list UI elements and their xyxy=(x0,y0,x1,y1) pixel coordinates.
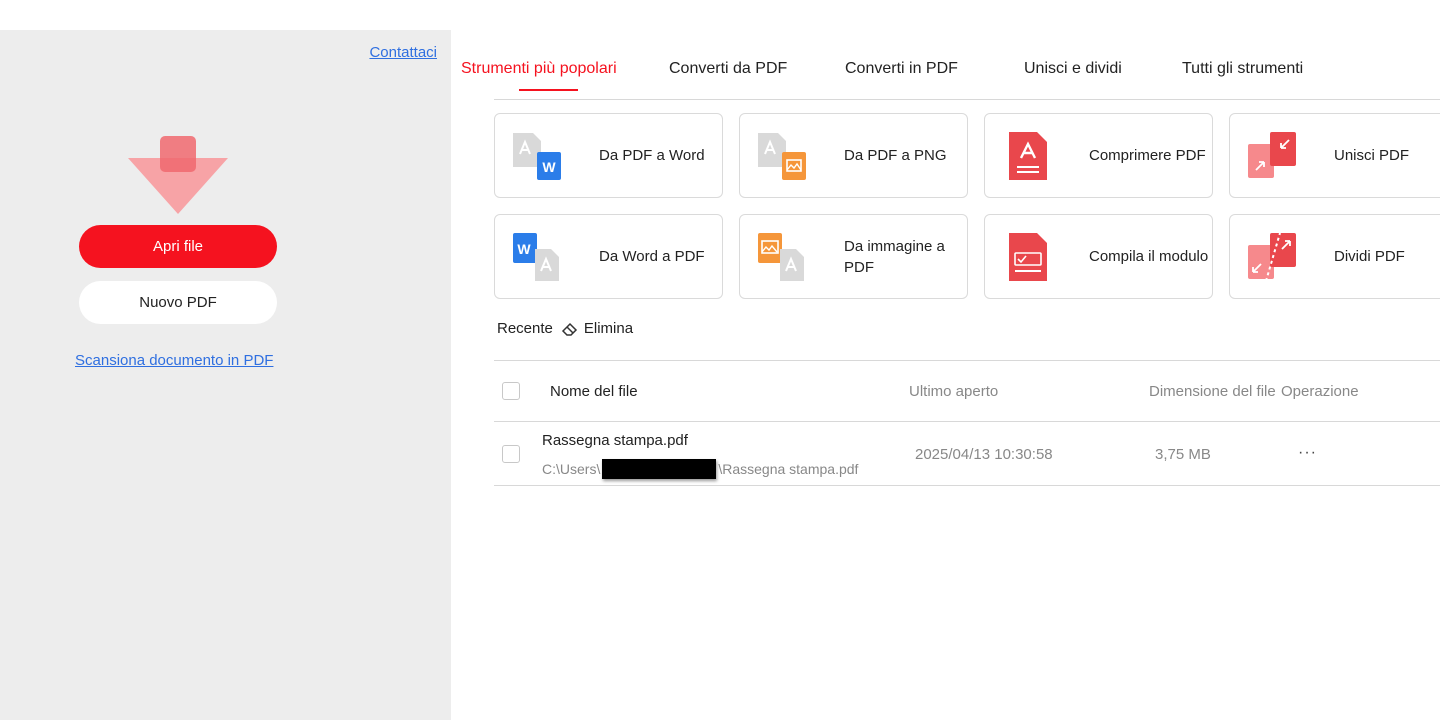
eraser-icon xyxy=(561,322,577,336)
column-header-name[interactable]: Nome del file xyxy=(550,383,638,400)
svg-text:W: W xyxy=(517,241,531,257)
file-size: 3,75 MB xyxy=(1155,446,1211,463)
pdf-to-word-icon: W xyxy=(513,133,561,180)
tool-label: Da immagine a PDF xyxy=(844,237,945,276)
tool-card-split-pdf[interactable]: Dividi PDF xyxy=(1229,214,1440,299)
contact-link[interactable]: Contattaci xyxy=(369,44,437,61)
list-top-divider xyxy=(494,360,1440,361)
tool-label: Unisci PDF xyxy=(1334,147,1410,164)
file-path: C:\Users\ \Rassegna stampa.pdf xyxy=(542,459,858,479)
tool-label: Comprimere PDF xyxy=(1089,147,1206,164)
file-last-opened: 2025/04/13 10:30:58 xyxy=(915,446,1053,463)
svg-text:W: W xyxy=(542,159,556,175)
tool-card-merge-pdf[interactable]: Unisci PDF xyxy=(1229,113,1440,198)
more-options-icon[interactable]: ··· xyxy=(1298,444,1317,462)
active-tab-indicator xyxy=(519,89,578,91)
recent-header: Recente Elimina xyxy=(497,320,633,337)
new-pdf-button[interactable]: Nuovo PDF xyxy=(79,281,277,324)
file-path-prefix: C:\Users\ xyxy=(542,461,601,477)
header-divider xyxy=(494,421,1440,422)
column-header-opened[interactable]: Ultimo aperto xyxy=(909,383,998,400)
delete-button[interactable]: Elimina xyxy=(561,320,633,337)
sidebar: Contattaci Apri file Nuovo PDF Scansiona… xyxy=(0,30,451,720)
tab-merge-split[interactable]: Unisci e dividi xyxy=(1024,60,1122,78)
tool-label: Da PDF a Word xyxy=(599,147,705,164)
select-all-checkbox[interactable] xyxy=(502,382,520,400)
tool-label: Dividi PDF xyxy=(1334,248,1405,265)
redacted-block xyxy=(602,459,717,479)
tool-card-image-to-pdf[interactable]: Da immagine a PDF xyxy=(739,214,968,299)
split-pdf-icon xyxy=(1248,232,1296,282)
file-path-suffix: \Rassegna stampa.pdf xyxy=(718,461,859,477)
list-bottom-divider xyxy=(494,485,1440,486)
scan-document-link[interactable]: Scansiona documento in PDF xyxy=(75,352,273,369)
tabs-divider xyxy=(494,99,1440,100)
tool-card-pdf-to-png[interactable]: Da PDF a PNG xyxy=(739,113,968,198)
column-header-size[interactable]: Dimensione del file xyxy=(1149,383,1276,400)
tool-card-pdf-to-word[interactable]: W Da PDF a Word xyxy=(494,113,723,198)
drop-file-icon xyxy=(128,136,228,214)
tab-all-tools[interactable]: Tutti gli strumenti xyxy=(1182,60,1303,78)
open-file-button[interactable]: Apri file xyxy=(79,225,277,268)
tool-label: Da PDF a PNG xyxy=(844,147,947,164)
tool-tabs: Strumenti più popolari Converti da PDF C… xyxy=(451,56,1440,96)
file-name[interactable]: Rassegna stampa.pdf xyxy=(542,432,688,449)
tool-card-compress-pdf[interactable]: Comprimere PDF xyxy=(984,113,1213,198)
tab-convert-to-pdf[interactable]: Converti in PDF xyxy=(845,60,958,78)
tab-convert-from-pdf[interactable]: Converti da PDF xyxy=(669,60,787,78)
tool-label: Compila il modulo xyxy=(1089,248,1209,265)
merge-pdf-icon xyxy=(1248,132,1296,178)
row-checkbox[interactable] xyxy=(502,445,520,463)
tool-card-fill-form[interactable]: Compila il modulo xyxy=(984,214,1213,299)
fill-form-icon xyxy=(1009,233,1047,281)
recent-label: Recente xyxy=(497,320,553,337)
tool-card-word-to-pdf[interactable]: W Da Word a PDF xyxy=(494,214,723,299)
word-to-pdf-icon: W xyxy=(513,233,559,281)
tool-label: Da Word a PDF xyxy=(599,248,705,265)
image-to-pdf-icon xyxy=(758,233,804,281)
pdf-to-png-icon xyxy=(758,133,806,180)
tab-popular-tools[interactable]: Strumenti più popolari xyxy=(461,60,617,78)
compress-pdf-icon xyxy=(1009,132,1047,180)
delete-label: Elimina xyxy=(583,320,634,337)
column-header-operation: Operazione xyxy=(1281,383,1359,400)
